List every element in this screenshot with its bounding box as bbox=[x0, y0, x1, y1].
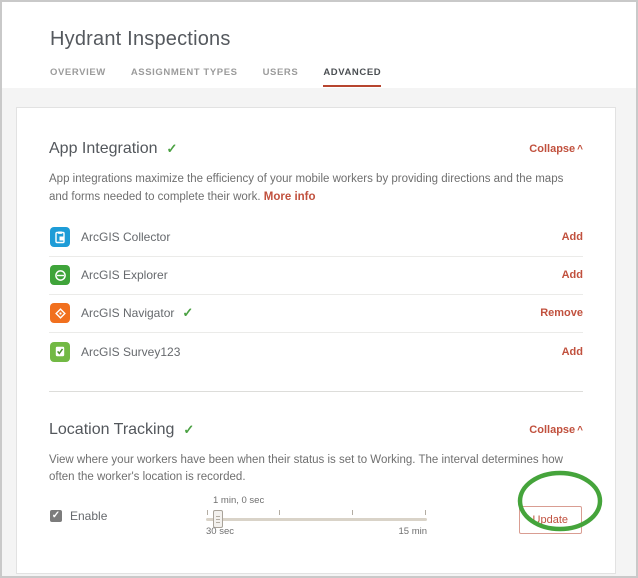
slider-tick bbox=[207, 510, 208, 515]
slider-grip-lines bbox=[216, 516, 220, 523]
chevron-up-icon: ^ bbox=[577, 425, 583, 436]
page-title: Hydrant Inspections bbox=[50, 28, 636, 51]
description-text: View where your workers have been when t… bbox=[49, 454, 563, 484]
section-divider bbox=[49, 391, 583, 392]
add-survey123-link[interactable]: Add bbox=[562, 346, 583, 358]
interval-slider: 1 min, 0 sec 30 sec 15 min bbox=[206, 495, 427, 551]
settings-card: App Integration ✓ Collapse^ App integrat… bbox=[16, 107, 616, 574]
app-list: ArcGIS Collector Add ArcGIS Explorer Add bbox=[49, 219, 583, 371]
slider-min-label: 30 sec bbox=[206, 526, 234, 537]
app-row-navigator: ArcGIS Navigator ✓ Remove bbox=[49, 295, 583, 333]
slider-value-label: 1 min, 0 sec bbox=[213, 495, 264, 506]
slider-tick bbox=[279, 510, 280, 515]
page-body: App Integration ✓ Collapse^ App integrat… bbox=[2, 88, 636, 576]
enable-checkbox[interactable]: ✓ bbox=[50, 510, 62, 522]
tab-users[interactable]: USERS bbox=[263, 67, 299, 87]
slider-tick bbox=[425, 510, 426, 515]
collapse-label: Collapse bbox=[529, 424, 575, 436]
app-integration-title: App Integration bbox=[49, 140, 158, 158]
remove-navigator-link[interactable]: Remove bbox=[540, 307, 583, 319]
check-icon: ✓ bbox=[182, 305, 193, 321]
explorer-app-icon bbox=[50, 265, 70, 285]
check-icon: ✓ bbox=[183, 422, 194, 438]
collector-app-icon bbox=[50, 227, 70, 247]
app-integration-description: App integrations maximize the efficiency… bbox=[49, 171, 583, 207]
location-tracking-header: Location Tracking ✓ Collapse^ bbox=[49, 421, 583, 439]
app-name: ArcGIS Explorer bbox=[81, 268, 168, 282]
location-tracking-description: View where your workers have been when t… bbox=[49, 452, 583, 488]
app-name: ArcGIS Navigator bbox=[81, 306, 174, 320]
app-integration-header: App Integration ✓ Collapse^ bbox=[49, 140, 583, 158]
check-icon: ✓ bbox=[167, 141, 178, 157]
app-name: ArcGIS Survey123 bbox=[81, 345, 180, 359]
app-window: Hydrant Inspections OVERVIEW ASSIGNMENT … bbox=[0, 0, 638, 578]
app-row-explorer: ArcGIS Explorer Add bbox=[49, 257, 583, 295]
app-integration-collapse-link[interactable]: Collapse^ bbox=[529, 143, 583, 155]
app-name: ArcGIS Collector bbox=[81, 230, 170, 244]
tab-overview[interactable]: OVERVIEW bbox=[50, 67, 106, 87]
slider-tick bbox=[352, 510, 353, 515]
tab-advanced[interactable]: ADVANCED bbox=[323, 67, 381, 87]
slider-track[interactable] bbox=[206, 518, 427, 521]
location-tracking-collapse-link[interactable]: Collapse^ bbox=[529, 424, 583, 436]
collapse-label: Collapse bbox=[529, 143, 575, 155]
add-collector-link[interactable]: Add bbox=[562, 231, 583, 243]
add-explorer-link[interactable]: Add bbox=[562, 269, 583, 281]
update-button[interactable]: Update bbox=[519, 506, 582, 534]
chevron-up-icon: ^ bbox=[577, 144, 583, 155]
tab-assignment-types[interactable]: ASSIGNMENT TYPES bbox=[131, 67, 238, 87]
survey123-app-icon bbox=[50, 342, 70, 362]
app-row-survey123: ArcGIS Survey123 Add bbox=[49, 333, 583, 371]
enable-checkbox-row[interactable]: ✓ Enable bbox=[50, 509, 107, 523]
location-tracking-title: Location Tracking bbox=[49, 421, 174, 439]
enable-label: Enable bbox=[70, 509, 107, 523]
app-row-collector: ArcGIS Collector Add bbox=[49, 219, 583, 257]
tab-bar: OVERVIEW ASSIGNMENT TYPES USERS ADVANCED bbox=[50, 67, 636, 87]
more-info-link[interactable]: More info bbox=[264, 191, 316, 203]
navigator-app-icon bbox=[50, 303, 70, 323]
location-tracking-controls: ✓ Enable 1 min, 0 sec 30 sec 15 min Upda… bbox=[49, 495, 583, 573]
header: Hydrant Inspections OVERVIEW ASSIGNMENT … bbox=[2, 2, 636, 88]
slider-max-label: 15 min bbox=[398, 526, 427, 537]
